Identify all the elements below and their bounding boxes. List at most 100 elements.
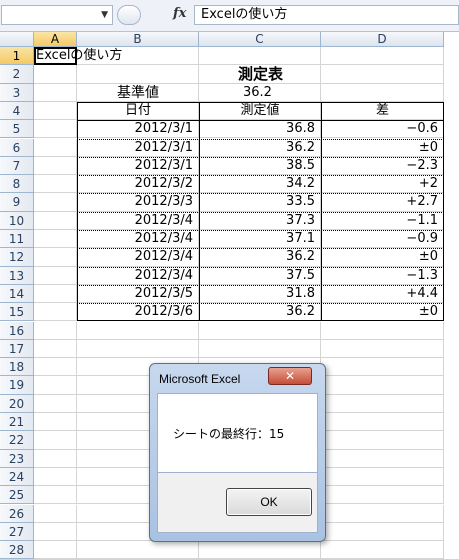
cell[interactable]	[321, 339, 444, 359]
insert-function-icon[interactable]: fx	[173, 6, 186, 21]
cell[interactable]	[34, 394, 77, 413]
row-header-15[interactable]: 15	[0, 303, 34, 322]
cell[interactable]	[77, 321, 199, 340]
row-header-10[interactable]: 10	[0, 211, 34, 230]
cell[interactable]	[321, 358, 444, 377]
cell[interactable]	[34, 321, 77, 340]
row-header-13[interactable]: 13	[0, 266, 34, 285]
cell[interactable]	[34, 431, 77, 450]
close-button[interactable]: ✕	[268, 367, 312, 385]
table-col-divider	[321, 101, 322, 322]
row-header-21[interactable]: 21	[0, 413, 34, 432]
row-header-19[interactable]: 19	[0, 376, 34, 395]
cell[interactable]	[34, 248, 77, 267]
cell[interactable]	[321, 541, 444, 559]
cell[interactable]	[34, 65, 77, 84]
table-row-divider	[77, 266, 444, 268]
dialog-title: Microsoft Excel	[159, 372, 241, 386]
row-header-28[interactable]: 28	[0, 541, 34, 559]
row-header-6[interactable]: 6	[0, 138, 34, 157]
cell[interactable]	[34, 486, 77, 505]
row-header-3[interactable]: 3	[0, 83, 34, 102]
cell[interactable]	[77, 541, 199, 559]
cell[interactable]	[34, 175, 77, 194]
column-header-d[interactable]: D	[321, 32, 444, 47]
column-header-a[interactable]: A	[34, 32, 77, 47]
ok-button[interactable]: OK	[226, 488, 312, 516]
row-header-17[interactable]: 17	[0, 339, 34, 359]
cell[interactable]	[34, 339, 77, 359]
row-header-4[interactable]: 4	[0, 101, 34, 121]
cell[interactable]	[77, 339, 199, 359]
cell[interactable]	[34, 541, 77, 559]
cell[interactable]	[34, 138, 77, 157]
chevron-down-icon[interactable]: ▼	[101, 6, 108, 24]
table-col-divider	[199, 101, 200, 322]
cell[interactable]	[199, 47, 321, 66]
row-header-14[interactable]: 14	[0, 284, 34, 304]
cell[interactable]	[34, 358, 77, 377]
cell[interactable]	[34, 156, 77, 176]
row-header-8[interactable]: 8	[0, 175, 34, 194]
cell[interactable]	[34, 413, 77, 432]
cell[interactable]	[34, 303, 77, 322]
cell[interactable]	[321, 449, 444, 468]
cell[interactable]	[34, 522, 77, 542]
row-header-18[interactable]: 18	[0, 358, 34, 377]
row-header-7[interactable]: 7	[0, 156, 34, 176]
row-header-12[interactable]: 12	[0, 248, 34, 267]
cell[interactable]	[321, 47, 444, 66]
row-header-2[interactable]: 2	[0, 65, 34, 84]
cell[interactable]	[321, 321, 444, 340]
table-row-divider	[77, 248, 444, 250]
cell[interactable]	[34, 120, 77, 139]
formula-bar-toggle[interactable]	[117, 5, 141, 25]
column-header-c[interactable]: C	[199, 32, 321, 47]
cell[interactable]	[321, 413, 444, 432]
row-header-9[interactable]: 9	[0, 193, 34, 212]
cell[interactable]	[34, 449, 77, 468]
cell[interactable]	[34, 266, 77, 285]
select-all-corner[interactable]	[0, 32, 34, 47]
cell[interactable]	[321, 504, 444, 523]
row-header-23[interactable]: 23	[0, 449, 34, 468]
cell[interactable]	[321, 486, 444, 505]
row-header-11[interactable]: 11	[0, 230, 34, 249]
cell[interactable]	[199, 541, 321, 559]
row-header-25[interactable]: 25	[0, 486, 34, 505]
row-header-1[interactable]: 1	[0, 47, 34, 66]
cell[interactable]	[321, 467, 444, 487]
row-header-22[interactable]: 22	[0, 431, 34, 450]
cell[interactable]	[34, 467, 77, 487]
cell[interactable]	[199, 339, 321, 359]
cell[interactable]	[321, 376, 444, 395]
cell[interactable]	[34, 101, 77, 121]
formula-input[interactable]: Excelの使い方	[194, 5, 459, 25]
message-dialog: Microsoft Excel ✕ シートの最終行：15 OK	[149, 363, 326, 542]
cell[interactable]	[199, 321, 321, 340]
cell[interactable]	[321, 522, 444, 542]
cell[interactable]	[321, 431, 444, 450]
cell[interactable]	[34, 83, 77, 102]
cell[interactable]	[321, 394, 444, 413]
cell[interactable]	[34, 211, 77, 230]
cell[interactable]	[34, 376, 77, 395]
cell[interactable]	[34, 504, 77, 523]
cell[interactable]	[321, 83, 444, 102]
table-row-divider	[77, 193, 444, 195]
row-header-26[interactable]: 26	[0, 504, 34, 523]
table-row-divider	[77, 284, 444, 286]
active-cell-border	[34, 47, 77, 66]
cell[interactable]	[34, 193, 77, 212]
table-row-divider	[77, 175, 444, 177]
cell[interactable]	[34, 284, 77, 304]
name-box[interactable]: ▼	[1, 5, 113, 25]
base-value-label: 基準値	[117, 84, 159, 101]
row-header-16[interactable]: 16	[0, 321, 34, 340]
cell[interactable]	[34, 230, 77, 249]
row-header-5[interactable]: 5	[0, 120, 34, 139]
column-header-b[interactable]: B	[77, 32, 199, 47]
row-header-20[interactable]: 20	[0, 394, 34, 413]
row-header-27[interactable]: 27	[0, 522, 34, 542]
row-header-24[interactable]: 24	[0, 467, 34, 487]
